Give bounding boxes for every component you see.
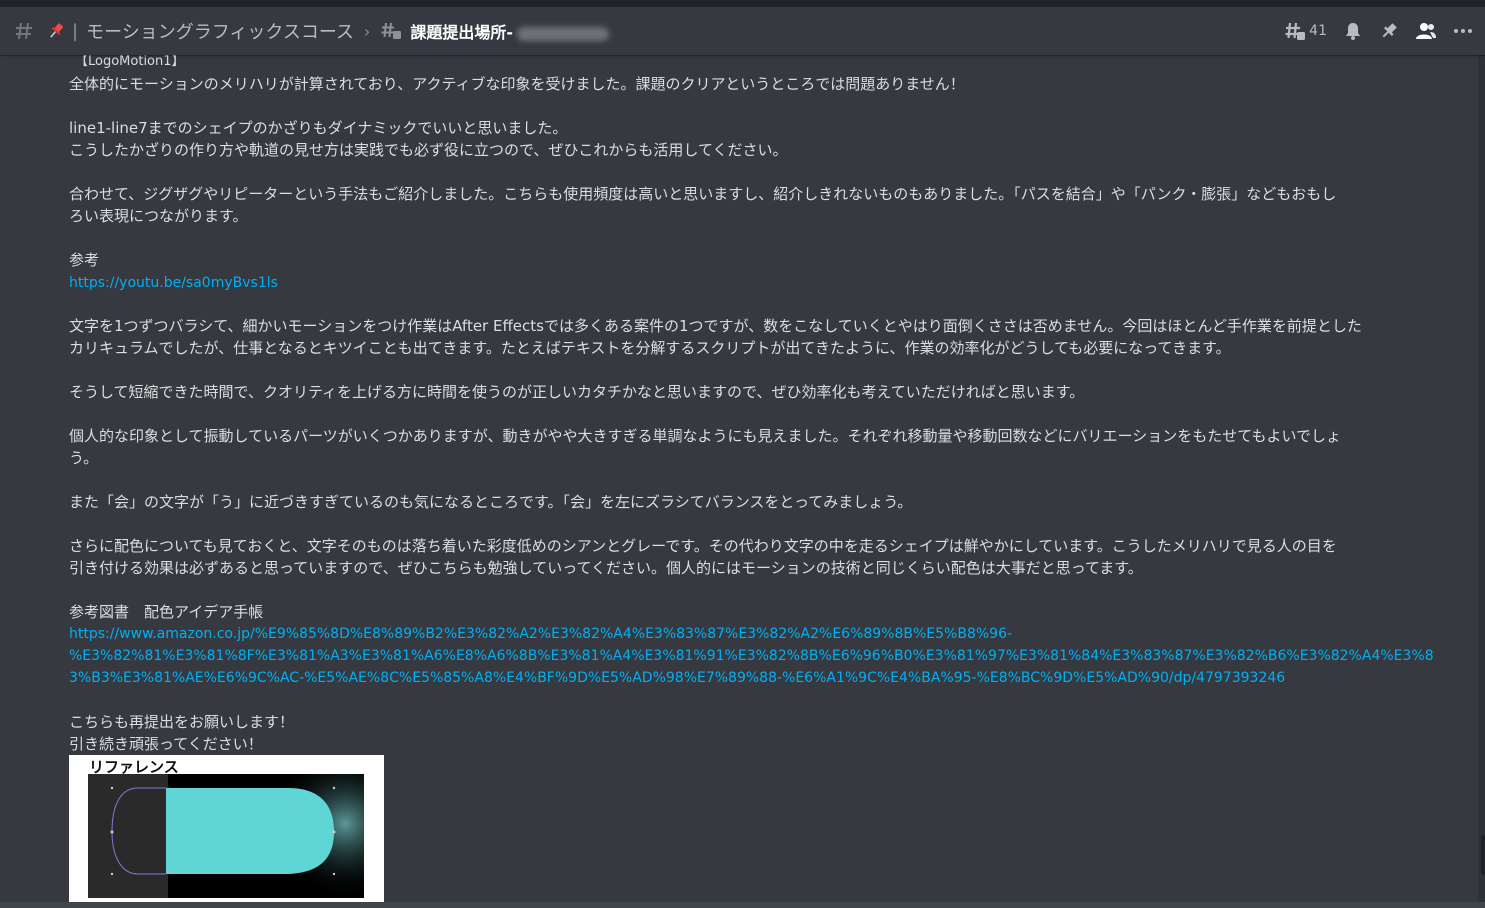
message-line: 合わせて、ジグザグやリピーターという手法もご紹介しました。こちらも使用頻度は高い…: [69, 185, 1337, 203]
channel-header: | モーショングラフィックスコース › 課題提出場所- 41: [0, 7, 1485, 55]
image-attachment[interactable]: リファレンス: [69, 755, 384, 908]
message-line: [69, 403, 1439, 425]
notification-button[interactable]: [1343, 19, 1363, 43]
pushpin-icon: [46, 19, 66, 43]
reference-image: [88, 774, 364, 898]
message-line: 全体的にモーションのメリハリが計算されており、アクティブな印象を受けました。課題…: [69, 75, 965, 93]
bell-icon: [1346, 23, 1360, 40]
message-line: そうして短縮できた時間で、クオリティを上げる方に時間を使うのが正しいカタチかなと…: [69, 383, 1085, 401]
message-line: 引き続き頑張ってください！: [69, 735, 263, 753]
chevron-right-icon: ›: [363, 21, 371, 41]
message-line: 文字を1つずつバラシて、細かいモーションをつけ作業はAfter Effectsで…: [69, 317, 1362, 335]
message-line: [69, 161, 1439, 183]
window-top-strip: [0, 0, 1485, 7]
message-content: 【LogoMotion1】 全体的にモーションのメリハリが計算されており、アクテ…: [69, 55, 1439, 755]
message-line: [69, 227, 1439, 249]
more-icon: [1454, 29, 1472, 33]
threads-button[interactable]: 41: [1284, 19, 1327, 43]
message-line: 個人的な印象として振動しているパーツがいくつかありますが、動きがやや大きすぎる単…: [69, 427, 1342, 445]
hashtag-icon: [14, 19, 34, 43]
channel-name[interactable]: モーショングラフィックスコース: [86, 18, 354, 44]
message-line: ろい表現につながります。: [69, 207, 248, 225]
message-line: う。: [69, 449, 99, 467]
message-line: 引き付ける効果は必ずあると思っていますので、ぜひこちらも勉強していってください。…: [69, 559, 1143, 577]
thread-icon: [380, 20, 402, 42]
message-line: また「会」の文字が「う」に近づきすぎているのも気になるところです。「会」を左にズ…: [69, 493, 913, 511]
pin-icon: [1382, 23, 1397, 38]
member-list-button[interactable]: [1415, 19, 1437, 43]
message-line: 参考図書 配色アイデア手帳: [69, 603, 264, 621]
message-line: 【LogoMotion1】: [75, 55, 185, 69]
bottom-edge: [0, 902, 1485, 908]
message-line: line1-line7までのシェイプのかざりもダイナミックでいいと思いました。: [69, 119, 568, 137]
message-line: [69, 513, 1439, 535]
header-toolbar: 41: [1268, 7, 1473, 55]
message-line: [69, 293, 1439, 315]
message-line: [69, 689, 1439, 711]
message-line: さらに配色についても見ておくと、文字そのものは落ち着いた彩度低めのシアンとグレー…: [69, 537, 1337, 555]
message-line: [69, 95, 1439, 117]
amazon-link[interactable]: 3%B3%E3%81%AE%E6%9C%AC-%E5%AE%8C%E5%85%A…: [69, 670, 1285, 686]
message-line: こちらも再提出をお願いします！: [69, 713, 295, 731]
youtube-link[interactable]: https://youtu.be/sa0myBvs1ls: [69, 275, 278, 291]
scrollbar[interactable]: [1478, 55, 1485, 908]
channel-separator: |: [72, 20, 79, 42]
message-line: カリキュラムでしたが、仕事となるとキツイことも出てきます。たとえばテキストを分解…: [69, 339, 1231, 357]
message-line: [69, 469, 1439, 491]
thread-count: 41: [1309, 23, 1327, 39]
threads-icon: [1285, 22, 1306, 40]
members-icon: [1416, 23, 1436, 39]
message-scroller[interactable]: 【LogoMotion1】 全体的にモーションのメリハリが計算されており、アクテ…: [0, 55, 1478, 908]
message-line: 参考: [69, 251, 100, 269]
thread-name: 課題提出場所-: [410, 19, 609, 43]
amazon-link[interactable]: https://www.amazon.co.jp/%E9%85%8D%E8%89…: [69, 626, 1012, 642]
message-line: [69, 359, 1439, 381]
message-line: [69, 579, 1439, 601]
pinned-messages-button[interactable]: [1379, 19, 1399, 43]
thread-name-text: 課題提出場所-: [410, 23, 513, 42]
redacted-username: [516, 26, 609, 41]
scrollbar-thumb[interactable]: [1481, 835, 1485, 875]
amazon-link[interactable]: %E3%82%81%E3%81%8F%E3%81%A3%E3%81%A6%E8%…: [69, 648, 1434, 664]
more-options-button[interactable]: [1453, 19, 1473, 43]
message-line: こうしたかざりの作り方や軌道の見せ方は実践でも必ず役に立つので、ぜひこれからも活…: [69, 141, 788, 159]
